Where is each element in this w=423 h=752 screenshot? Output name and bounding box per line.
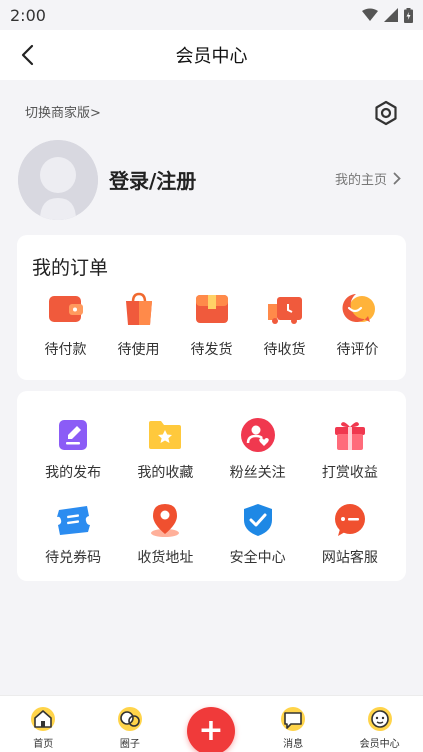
service-label: 我的发布 bbox=[45, 465, 102, 481]
package-icon bbox=[194, 291, 230, 327]
tab-label: 会员中心 bbox=[359, 739, 400, 750]
orders-card: 我的订单 待付款 待使用 待发货 待收货 待评价 bbox=[17, 235, 406, 380]
service-reward-income[interactable]: 打赏收益 bbox=[304, 417, 396, 482]
service-label: 收货地址 bbox=[137, 550, 194, 566]
tab-label: 消息 bbox=[283, 739, 304, 750]
tab-label: 首页 bbox=[33, 739, 54, 750]
status-icons bbox=[362, 7, 413, 23]
login-register-link[interactable]: 登录/注册 bbox=[109, 165, 196, 194]
chevron-right-icon bbox=[393, 172, 401, 185]
member-icon bbox=[367, 707, 392, 731]
services-card: 我的发布 我的收藏 粉丝关注 打赏收益 待兑券码 收货地址 安全中心 网站客服 bbox=[17, 391, 406, 581]
star-folder-icon bbox=[147, 417, 183, 453]
service-coupon-codes[interactable]: 待兑券码 bbox=[27, 502, 119, 567]
switch-merchant-link[interactable]: 切换商家版> bbox=[25, 102, 101, 121]
gift-icon bbox=[332, 417, 368, 453]
service-label: 打赏收益 bbox=[321, 465, 378, 481]
tab-circle[interactable]: 圈子 bbox=[95, 705, 165, 750]
service-fans-follow[interactable]: 粉丝关注 bbox=[212, 417, 304, 482]
order-pending-payment[interactable]: 待付款 bbox=[36, 291, 96, 359]
battery-icon bbox=[404, 7, 413, 23]
service-my-favorites[interactable]: 我的收藏 bbox=[119, 417, 211, 482]
orders-row: 待付款 待使用 待发货 待收货 待评价 bbox=[17, 291, 406, 359]
tab-messages[interactable]: 消息 bbox=[258, 705, 328, 750]
wifi-icon bbox=[362, 8, 378, 21]
order-to-review[interactable]: 待评价 bbox=[328, 291, 388, 359]
comment-icon bbox=[340, 291, 376, 327]
publish-fab-button[interactable]: + bbox=[187, 707, 235, 752]
status-bar: 2:00 bbox=[0, 0, 423, 30]
services-grid: 我的发布 我的收藏 粉丝关注 打赏收益 待兑券码 收货地址 安全中心 网站客服 bbox=[17, 417, 406, 567]
tab-label: 圈子 bbox=[119, 739, 140, 750]
order-to-use[interactable]: 待使用 bbox=[109, 291, 169, 359]
settings-button[interactable] bbox=[373, 100, 399, 126]
service-shipping-address[interactable]: 收货地址 bbox=[119, 502, 211, 567]
service-label: 网站客服 bbox=[321, 550, 378, 566]
service-label: 安全中心 bbox=[229, 550, 286, 566]
fans-icon bbox=[240, 417, 276, 453]
settings-icon bbox=[375, 100, 397, 126]
message-icon bbox=[281, 707, 306, 731]
service-label: 待兑券码 bbox=[45, 550, 102, 566]
order-label: 待付款 bbox=[44, 342, 87, 358]
order-label: 待使用 bbox=[117, 342, 160, 358]
wallet-icon bbox=[48, 291, 84, 327]
nav-bar: 会员中心 bbox=[0, 30, 423, 80]
default-avatar-icon bbox=[18, 140, 98, 220]
back-button[interactable] bbox=[14, 42, 40, 68]
my-homepage-link[interactable]: 我的主页 bbox=[335, 169, 401, 188]
my-homepage-label: 我的主页 bbox=[334, 173, 387, 188]
orders-title: 我的订单 bbox=[32, 257, 109, 279]
avatar[interactable] bbox=[18, 140, 98, 220]
order-to-ship[interactable]: 待发货 bbox=[182, 291, 242, 359]
back-arrow-icon bbox=[21, 44, 34, 66]
tab-member-center[interactable]: 会员中心 bbox=[345, 705, 415, 750]
coupon-icon bbox=[55, 502, 91, 538]
page-title: 会员中心 bbox=[175, 46, 248, 67]
order-label: 待发货 bbox=[190, 342, 233, 358]
status-time: 2:00 bbox=[10, 5, 46, 25]
order-to-receive[interactable]: 待收货 bbox=[255, 291, 315, 359]
profile-section: 切换商家版> 登录/注册 我的主页 bbox=[0, 80, 423, 230]
service-customer-support[interactable]: 网站客服 bbox=[304, 502, 396, 567]
edit-icon bbox=[55, 417, 91, 453]
service-label: 粉丝关注 bbox=[229, 465, 286, 481]
service-my-posts[interactable]: 我的发布 bbox=[27, 417, 119, 482]
signal-icon bbox=[384, 8, 398, 22]
delivery-truck-icon bbox=[267, 291, 303, 327]
plus-icon: + bbox=[198, 713, 224, 748]
shield-icon bbox=[240, 502, 276, 538]
home-icon bbox=[31, 707, 56, 731]
customer-service-icon bbox=[332, 502, 368, 538]
service-label: 我的收藏 bbox=[137, 465, 194, 481]
order-label: 待评价 bbox=[336, 342, 379, 358]
location-icon bbox=[147, 502, 183, 538]
order-label: 待收货 bbox=[263, 342, 306, 358]
tab-home[interactable]: 首页 bbox=[8, 705, 78, 750]
service-security-center[interactable]: 安全中心 bbox=[212, 502, 304, 567]
shopping-bag-icon bbox=[121, 291, 157, 327]
circle-icon bbox=[117, 707, 142, 731]
